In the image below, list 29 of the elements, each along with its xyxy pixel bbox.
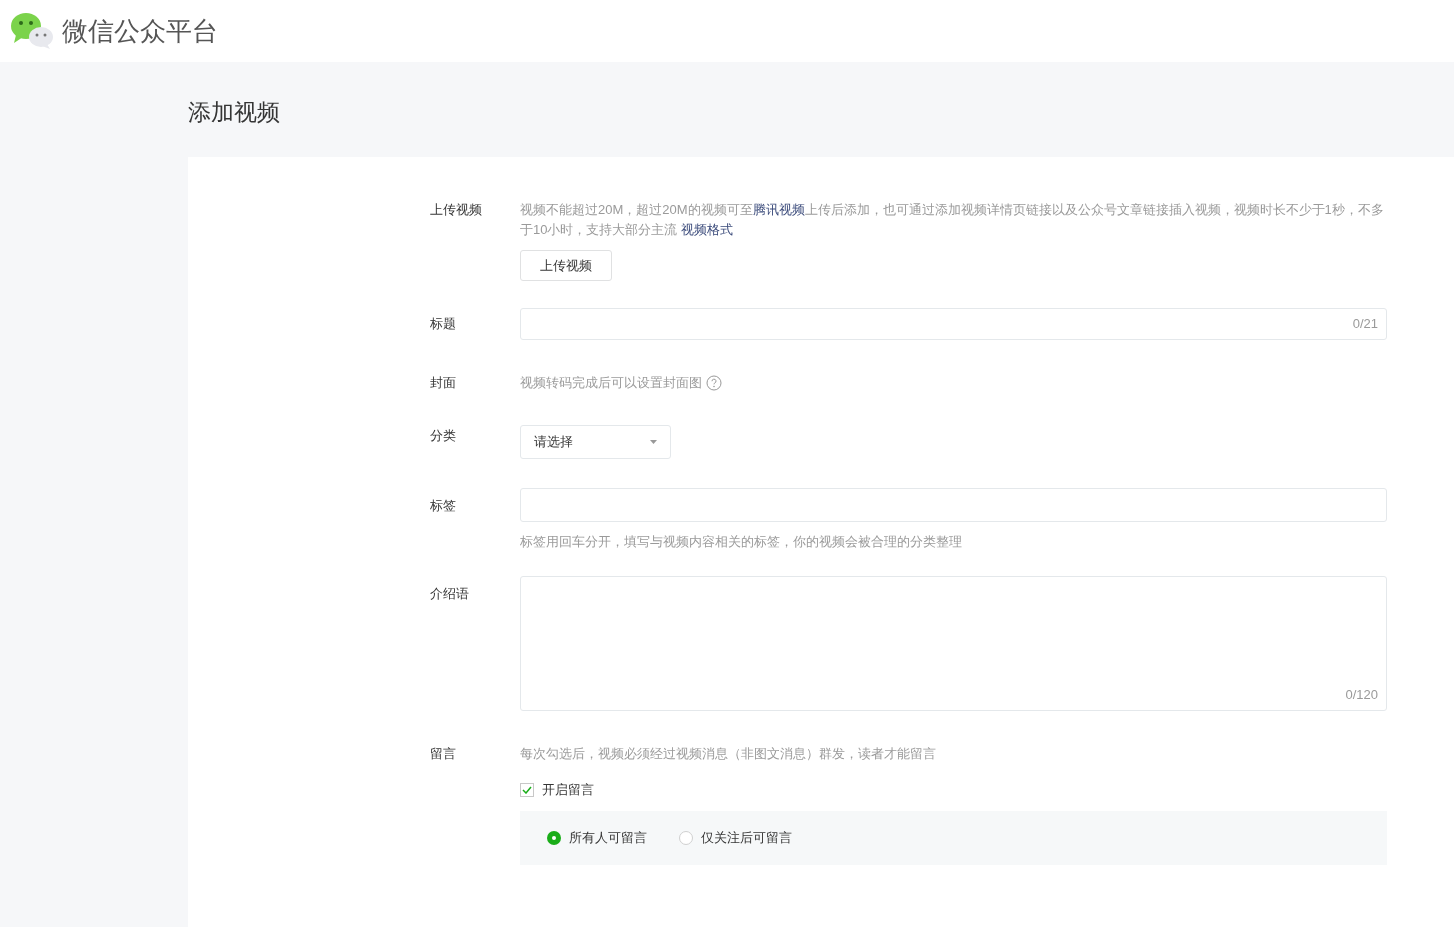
char-counter: 0/120 bbox=[1345, 685, 1378, 704]
category-dropdown[interactable]: 请选择 bbox=[520, 425, 671, 459]
checkbox-label: 开启留言 bbox=[542, 781, 594, 799]
radio-label: 所有人可留言 bbox=[569, 828, 647, 847]
radio-label: 仅关注后可留言 bbox=[701, 828, 792, 847]
brand-name: 微信公众平台 bbox=[62, 14, 218, 48]
field-label: 标题 bbox=[430, 315, 457, 333]
field-label: 留言 bbox=[430, 745, 457, 763]
checkbox[interactable] bbox=[520, 782, 534, 797]
field-label: 分类 bbox=[430, 427, 457, 445]
link[interactable]: 视频格式 bbox=[681, 222, 734, 237]
field-label: 标签 bbox=[430, 497, 457, 515]
field-label: 介绍语 bbox=[430, 585, 470, 603]
page-title: 添加视频 bbox=[188, 98, 281, 127]
help-icon[interactable] bbox=[706, 375, 722, 391]
upload-description: 视频不能超过20M，超过20M的视频可至腾讯视频上传后添加，也可通过添加视频详情页链接以及公众号文章链接插入视频，视频时长不少于1秒，不多于10小时，支持大部分主流 视频格式 bbox=[520, 201, 1385, 239]
comments-hint: 每次勾选后，视频必须经过视频消息（非图文消息）群发，读者才能留言 bbox=[520, 745, 937, 763]
upload-button[interactable]: 上传视频 bbox=[520, 250, 612, 281]
tags-hint: 标签用回车分开，填写与视频内容相关的标签，你的视频会被合理的分类整理 bbox=[520, 533, 963, 551]
field-label: 封面 bbox=[430, 374, 457, 392]
logo-icon bbox=[10, 12, 54, 50]
caret-icon bbox=[650, 440, 657, 444]
cover-hint: 视频转码完成后可以设置封面图 bbox=[520, 374, 702, 392]
field-label: 上传视频 bbox=[430, 201, 483, 219]
tags-field[interactable] bbox=[520, 488, 1387, 522]
radio-button[interactable] bbox=[679, 830, 693, 845]
radio-button[interactable] bbox=[547, 830, 561, 845]
char-counter: 0/21 bbox=[1352, 315, 1378, 334]
link[interactable]: 腾讯视频 bbox=[752, 202, 805, 217]
